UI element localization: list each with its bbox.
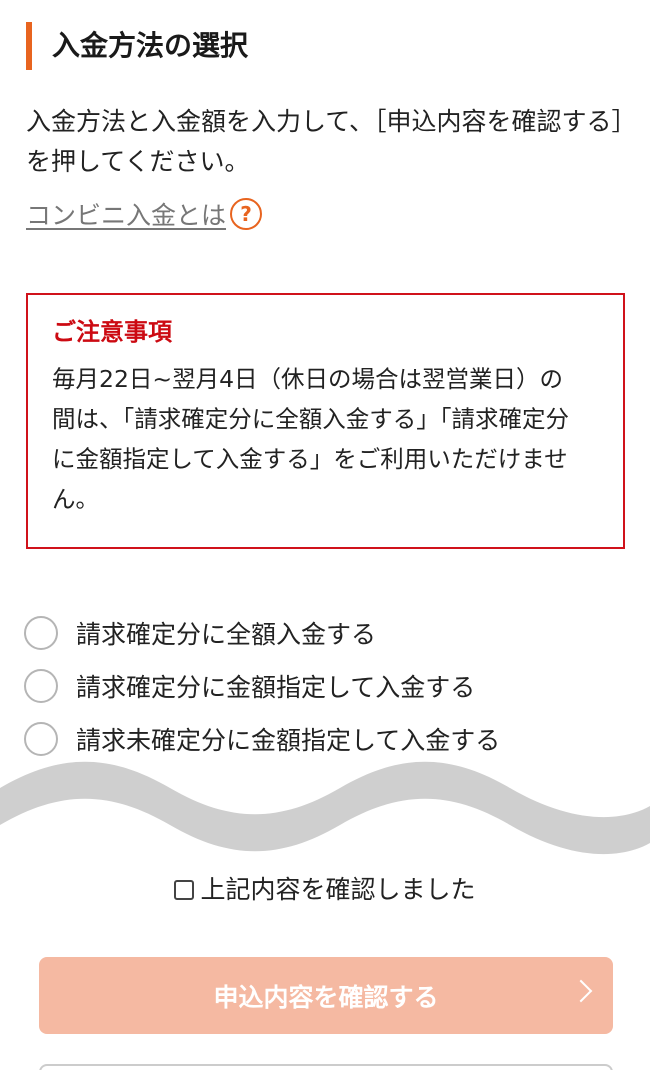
option-label: 請求未確定分に金額指定して入金する <box>76 725 501 755</box>
submit-label: 申込内容を確認する <box>213 982 439 1012</box>
option-full-confirmed[interactable]: 請求確定分に全額入金する <box>24 606 500 659</box>
payment-method-options: 請求確定分に全額入金する 請求確定分に金額指定して入金する 請求未確定分に金額指… <box>24 606 500 765</box>
radio-button[interactable] <box>24 615 58 650</box>
notice-title: ご注意事項 <box>52 318 172 346</box>
radio-button[interactable] <box>24 721 58 756</box>
confirm-label: 上記内容を確認しました <box>200 875 476 904</box>
next-button-edge[interactable] <box>39 1064 613 1070</box>
confirm-checkbox-row[interactable]: 上記内容を確認しました <box>0 870 650 906</box>
confirm-application-button[interactable]: 申込内容を確認する <box>39 957 613 1034</box>
radio-button[interactable] <box>24 668 58 703</box>
instruction-text: 入金方法と入金額を入力して、［申込内容を確認する］を押してください。 <box>26 107 625 176</box>
help-link-label: コンビニ入金とは <box>26 201 227 230</box>
confirm-checkbox[interactable] <box>174 880 195 900</box>
page-title: 入金方法の選択 <box>26 22 248 70</box>
chevron-right-icon <box>569 979 593 1003</box>
option-label: 請求確定分に金額指定して入金する <box>76 672 476 702</box>
wave-band <box>0 761 650 855</box>
question-circle-icon: ? <box>230 198 263 230</box>
option-label: 請求確定分に全額入金する <box>76 619 377 649</box>
option-specified-confirmed[interactable]: 請求確定分に金額指定して入金する <box>24 659 500 712</box>
notice-body: 毎月22日~翌月4日（休日の場合は翌営業日）の間は、「請求確定分に全額入金する」… <box>52 365 569 513</box>
notice-box: ご注意事項 毎月22日~翌月4日（休日の場合は翌営業日）の間は、「請求確定分に全… <box>26 293 625 549</box>
wave-divider <box>0 761 650 855</box>
convenience-store-help-link[interactable]: コンビニ入金とは ? <box>26 196 263 232</box>
